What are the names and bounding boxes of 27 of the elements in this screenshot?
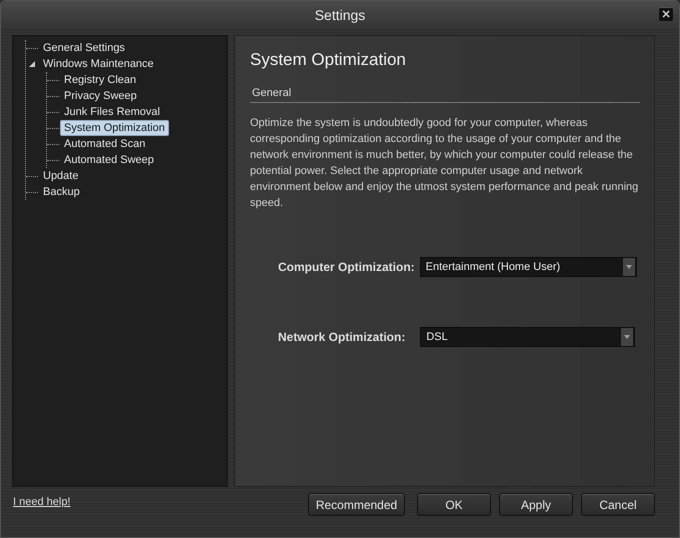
- dialog-button[interactable]: Recommended: [308, 493, 405, 516]
- tree-item[interactable]: Junk Files Removal: [60, 104, 164, 120]
- tree-item[interactable]: Backup: [39, 184, 84, 200]
- dropdown[interactable]: Entertainment (Home User): [420, 257, 637, 277]
- tree-item[interactable]: Windows Maintenance: [39, 56, 158, 72]
- dialog-button[interactable]: OK: [417, 493, 491, 516]
- collapse-icon[interactable]: [27, 59, 37, 69]
- field-label: Computer Optimization:: [278, 260, 415, 274]
- tree-item[interactable]: Registry Clean: [60, 72, 140, 88]
- close-button[interactable]: ✕: [659, 7, 673, 21]
- tree-item[interactable]: Update: [39, 168, 82, 184]
- dialog-button[interactable]: Apply: [499, 493, 573, 516]
- help-link[interactable]: I need help!: [13, 496, 70, 508]
- section-heading: General: [250, 87, 640, 103]
- tree-item[interactable]: System Optimization: [60, 120, 169, 136]
- tree-item[interactable]: General Settings: [39, 40, 129, 56]
- description: Optimize the system is undoubtedly good for your computer, whereas corresponding optimization according to the usage of your computer and the network environment is much better, by which your computer could release the potential power. Select the appropriate computer usage and network environment below and enjoy the utmost system performance and peak running speed.: [250, 116, 640, 211]
- dropdown[interactable]: DSL: [420, 327, 636, 347]
- tree-item[interactable]: Privacy Sweep: [60, 88, 141, 104]
- window-title: Settings: [314, 7, 366, 23]
- tree-item[interactable]: Automated Scan: [60, 136, 150, 152]
- dropdown-arrow-icon: [624, 335, 630, 339]
- dropdown-arrow-icon: [626, 265, 632, 269]
- dialog-button[interactable]: Cancel: [581, 493, 655, 516]
- field-label: Network Optimization:: [278, 330, 406, 344]
- page-heading: System Optimization: [250, 50, 407, 70]
- tree-item[interactable]: Automated Sweep: [60, 152, 158, 168]
